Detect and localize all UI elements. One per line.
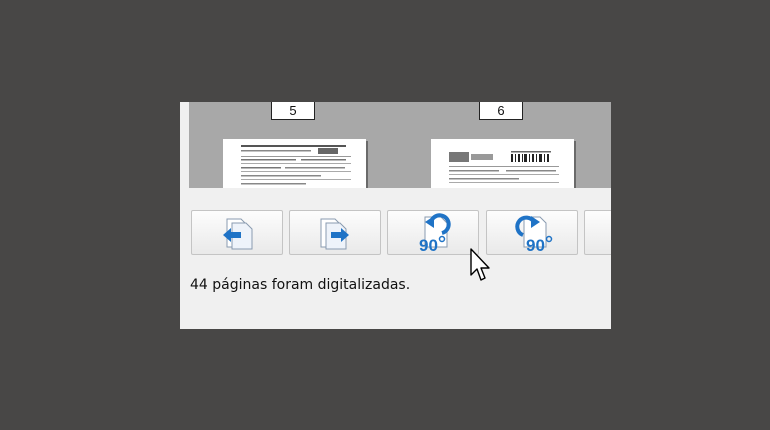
rotate-left-90-icon: 90 — [419, 212, 451, 253]
rotate-right-button[interactable]: 90 — [486, 210, 578, 255]
page-thumbnail-6[interactable] — [431, 139, 574, 188]
thumbnail-strip-edge — [180, 102, 189, 188]
move-page-right-icon — [320, 218, 349, 249]
move-page-left-icon — [223, 218, 253, 249]
mouse-pointer-icon — [470, 248, 490, 281]
page-number-label-6: 6 — [479, 102, 523, 120]
page-thumbnail-5[interactable] — [223, 139, 366, 188]
move-page-left-button[interactable] — [191, 210, 283, 255]
scan-status-text: 44 páginas foram digitalizadas. — [190, 277, 411, 293]
move-page-right-button[interactable] — [289, 210, 381, 255]
scan-dialog: 5 6 90 90 44 páginas foram digitalizadas… — [180, 102, 611, 329]
thumbnail-strip[interactable]: 5 6 — [180, 102, 611, 188]
rotate-left-degrees-label: 90 — [419, 236, 438, 253]
rotate-right-degrees-label: 90 — [526, 236, 545, 253]
page-toolbar: 90 90 — [180, 210, 611, 257]
rotate-right-90-icon: 90 — [515, 215, 553, 253]
toolbar-next-button[interactable] — [584, 210, 611, 255]
page-number-label-5: 5 — [271, 102, 315, 120]
rotate-left-button[interactable]: 90 — [387, 210, 479, 255]
